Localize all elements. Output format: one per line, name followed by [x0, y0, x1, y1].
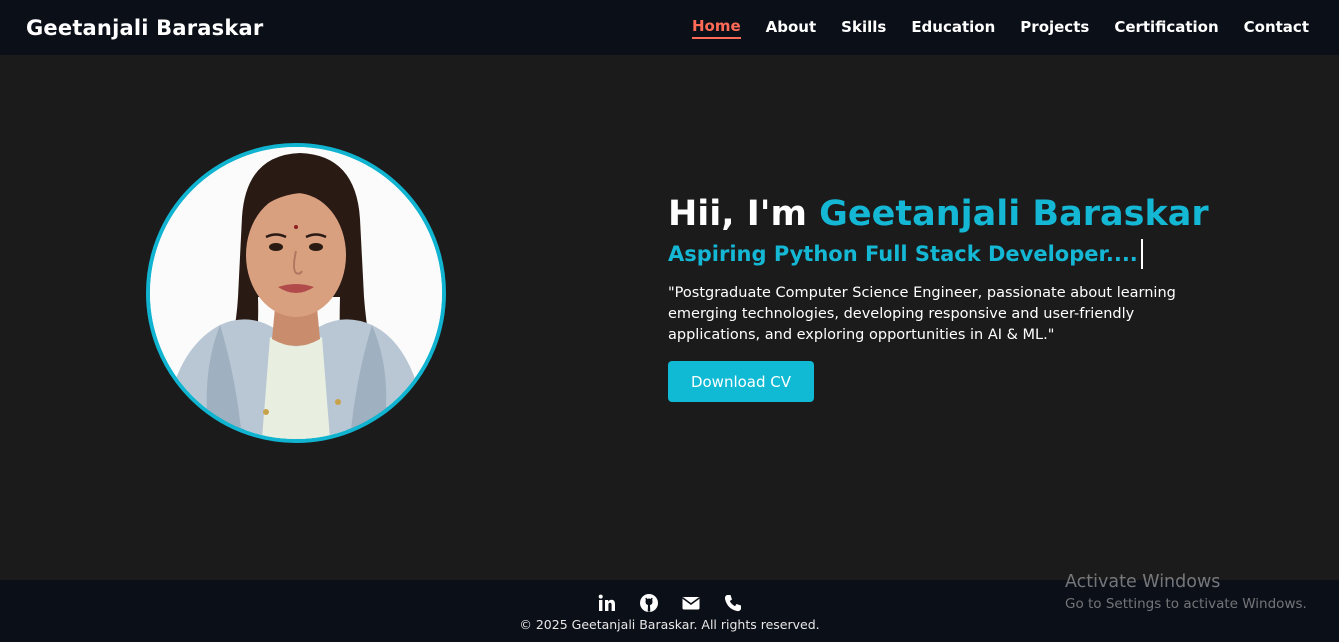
profile-photo [146, 143, 446, 443]
nav-about[interactable]: About [766, 18, 817, 38]
envelope-icon[interactable] [680, 592, 702, 614]
social-links [0, 592, 1339, 614]
nav-education[interactable]: Education [911, 18, 995, 38]
navbar: Geetanjali Baraskar Home About Skills Ed… [0, 0, 1339, 55]
typing-cursor [1140, 239, 1143, 269]
greeting-text: Hii, I'm [668, 194, 820, 234]
nav-home[interactable]: Home [691, 17, 741, 39]
footer: © 2025 Geetanjali Baraskar. All rights r… [0, 580, 1339, 642]
portrait-illustration [150, 147, 442, 439]
typed-role-text: Aspiring Python Full Stack Developer.... [668, 242, 1138, 266]
phone-icon[interactable] [722, 592, 744, 614]
brand-logo[interactable]: Geetanjali Baraskar [26, 16, 263, 40]
github-icon[interactable] [638, 592, 660, 614]
nav-links: Home About Skills Education Projects Cer… [691, 17, 1309, 39]
linkedin-icon[interactable] [596, 592, 618, 614]
nav-skills[interactable]: Skills [841, 18, 886, 38]
hero-description: "Postgraduate Computer Science Engineer,… [668, 285, 1176, 343]
nav-contact[interactable]: Contact [1244, 18, 1309, 38]
hero-text: Hii, I'm Geetanjali Baraskar Aspiring Py… [668, 191, 1228, 402]
copyright-text: © 2025 Geetanjali Baraskar. All rights r… [519, 617, 820, 632]
hero-subtitle: Aspiring Python Full Stack Developer.... [668, 239, 1228, 269]
hero-name: Geetanjali Baraskar [819, 194, 1209, 234]
nav-certification[interactable]: Certification [1114, 18, 1218, 38]
nav-projects[interactable]: Projects [1020, 18, 1089, 38]
download-cv-button[interactable]: Download CV [668, 361, 814, 402]
hero-title: Hii, I'm Geetanjali Baraskar [668, 191, 1228, 237]
hero-section: Hii, I'm Geetanjali Baraskar Aspiring Py… [0, 55, 1339, 580]
